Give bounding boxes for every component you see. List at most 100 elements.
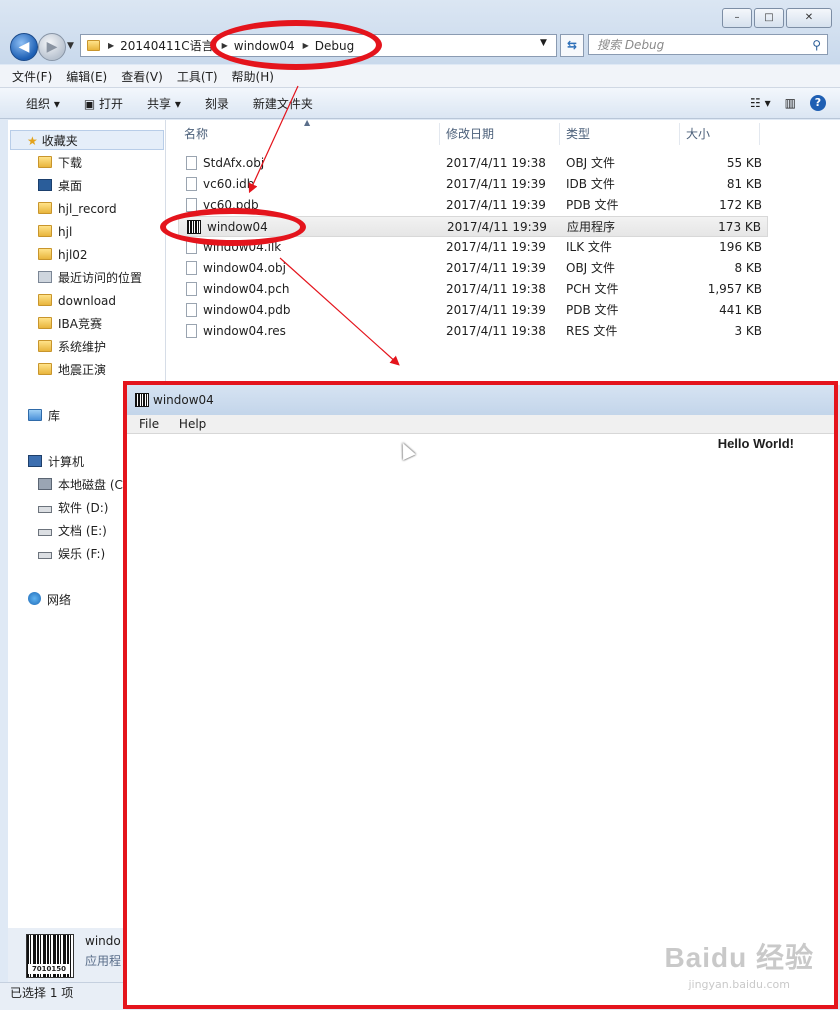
recent-places-icon (38, 271, 52, 283)
close-button[interactable]: ✕ (786, 8, 832, 28)
file-name-cell[interactable]: window04.pdb (186, 300, 290, 321)
nav-network[interactable]: 网络 (28, 590, 71, 610)
maximize-button[interactable]: □ (754, 8, 784, 28)
nav-label: 收藏夹 (41, 134, 78, 148)
file-name-cell[interactable]: window04.pch (186, 279, 289, 300)
nav-drive-e[interactable]: 文档 (E:) (38, 521, 107, 541)
address-dropdown-icon[interactable]: ▼ (540, 38, 547, 48)
file-name-cell[interactable]: window04.obj (186, 258, 286, 279)
nav-label: download (58, 294, 117, 308)
file-date: 2017/4/11 19:39 (446, 177, 546, 191)
nav-item-hjl02[interactable]: hjl02 (38, 245, 88, 265)
file-date: 2017/4/11 19:39 (447, 220, 547, 234)
nav-item-download[interactable]: download (38, 291, 116, 311)
nav-item-iba[interactable]: IBA竞赛 (38, 314, 102, 334)
refresh-icon[interactable]: ⇆ (560, 34, 584, 57)
search-icon[interactable]: ⚲ (812, 35, 821, 56)
nav-item-hjl[interactable]: hjl (38, 222, 72, 242)
folder-icon (38, 156, 52, 168)
watermark-logo: Baidu 经验 (664, 942, 814, 973)
nav-favorites[interactable]: ★ 收藏夹 (10, 130, 164, 150)
nav-label: hjl02 (58, 248, 88, 262)
nav-label: 软件 (D:) (58, 501, 109, 515)
menu-view[interactable]: 查看(V) (121, 68, 163, 85)
column-header-size[interactable]: 大小 (680, 123, 760, 145)
watermark-url: jingyan.baidu.com (688, 978, 790, 991)
nav-item-seismic[interactable]: 地震正演 (38, 360, 106, 380)
library-icon (28, 409, 42, 421)
file-row[interactable]: window04.pch 2017/4/11 19:38 PCH 文件 1,957 K… (178, 279, 768, 300)
preview-pane-icon[interactable]: ▥ (785, 96, 796, 110)
file-name-cell[interactable]: vc60.idb (186, 174, 254, 195)
document-icon (186, 156, 197, 170)
file-name: window04.pch (203, 282, 290, 296)
file-date: 2017/4/11 19:38 (446, 282, 546, 296)
nav-item-desktop[interactable]: 桌面 (38, 176, 82, 196)
file-size: 173 KB (718, 220, 761, 234)
app-window[interactable]: window04 File Help Hello World! Baidu 经验… (123, 381, 838, 1009)
nav-computer[interactable]: 计算机 (28, 452, 84, 472)
app-icon (135, 393, 149, 407)
new-folder-button[interactable]: 新建文件夹 (253, 95, 313, 112)
menu-bar: 文件(F) 编辑(E) 查看(V) 工具(T) 帮助(H) (0, 65, 840, 88)
nav-item-recent-places[interactable]: 最近访问的位置 (38, 268, 142, 288)
breadcrumb-segment[interactable]: 20140411C语言 (120, 37, 213, 54)
drive-icon (38, 478, 52, 490)
share-button[interactable]: 共享 ▾ (147, 95, 181, 112)
folder-icon (38, 225, 52, 237)
nav-label: 文档 (E:) (58, 524, 107, 538)
file-row[interactable]: StdAfx.obj 2017/4/11 19:38 OBJ 文件 55 KB (178, 153, 768, 174)
nav-label: 最近访问的位置 (58, 271, 143, 285)
organize-button[interactable]: 组织 ▾ (26, 95, 60, 112)
history-dropdown-icon[interactable]: ▼ (67, 41, 74, 51)
app-menu-help[interactable]: Help (179, 417, 206, 431)
app-title-bar[interactable]: window04 (127, 385, 834, 415)
minimize-button[interactable]: – (722, 8, 752, 28)
details-type: 应用程 (85, 954, 122, 968)
star-icon: ★ (27, 134, 38, 148)
hello-text: Hello World! (717, 436, 794, 451)
search-input[interactable]: 搜索 Debug ⚲ (588, 34, 828, 55)
nav-drive-d[interactable]: 软件 (D:) (38, 498, 108, 518)
help-icon[interactable]: ? (810, 95, 826, 111)
burn-button[interactable]: 刻录 (205, 95, 229, 112)
nav-drive-c[interactable]: 本地磁盘 (C (38, 475, 123, 495)
folder-icon (38, 294, 52, 306)
menu-help[interactable]: 帮助(H) (232, 68, 274, 85)
file-name: StdAfx.obj (203, 156, 265, 170)
annotation-ellipse (210, 20, 382, 70)
document-icon (186, 303, 197, 317)
nav-label: hjl_record (58, 202, 117, 216)
column-header-date[interactable]: 修改日期 (440, 123, 560, 145)
nav-item-system-maintenance[interactable]: 系统维护 (38, 337, 106, 357)
nav-library[interactable]: 库 (28, 406, 60, 426)
nav-item-downloads[interactable]: 下载 (38, 153, 82, 173)
search-placeholder: 搜索 Debug (597, 38, 665, 52)
file-type: ILK 文件 (566, 240, 612, 254)
app-menu-file[interactable]: File (139, 417, 159, 431)
menu-tools[interactable]: 工具(T) (177, 68, 218, 85)
chevron-right-icon[interactable]: ▶ (108, 41, 114, 50)
file-list: ▲ 名称 修改日期 类型 大小 StdAfx.obj 2017/4/11 19:3… (166, 118, 840, 385)
view-options-icon[interactable]: ☷ ▾ (750, 96, 771, 110)
file-row[interactable]: vc60.idb 2017/4/11 19:39 IDB 文件 81 KB (178, 174, 768, 195)
column-header-type[interactable]: 类型 (560, 123, 680, 145)
column-header-name[interactable]: 名称 (178, 123, 440, 145)
menu-file[interactable]: 文件(F) (12, 68, 52, 85)
file-row[interactable]: window04.res 2017/4/11 19:38 RES 文件 3 KB (178, 321, 768, 342)
nav-label: 地震正演 (58, 363, 107, 377)
nav-drive-f[interactable]: 娱乐 (F:) (38, 544, 105, 564)
forward-button[interactable]: ▶ (38, 33, 66, 61)
drive-icon (38, 552, 52, 559)
back-button[interactable]: ◀ (10, 33, 38, 61)
menu-edit[interactable]: 编辑(E) (66, 68, 107, 85)
nav-item-hjl-record[interactable]: hjl_record (38, 199, 117, 219)
file-row[interactable]: window04.pdb 2017/4/11 19:39 PDB 文件 441 KB (178, 300, 768, 321)
document-icon (186, 324, 197, 338)
file-name-cell[interactable]: StdAfx.obj (186, 153, 264, 174)
file-date: 2017/4/11 19:38 (446, 156, 546, 170)
file-type: PDB 文件 (566, 303, 619, 317)
open-button[interactable]: ▣ 打开 (84, 95, 123, 112)
file-row[interactable]: window04.obj 2017/4/11 19:39 OBJ 文件 8 KB (178, 258, 768, 279)
file-name-cell[interactable]: window04.res (186, 321, 286, 342)
